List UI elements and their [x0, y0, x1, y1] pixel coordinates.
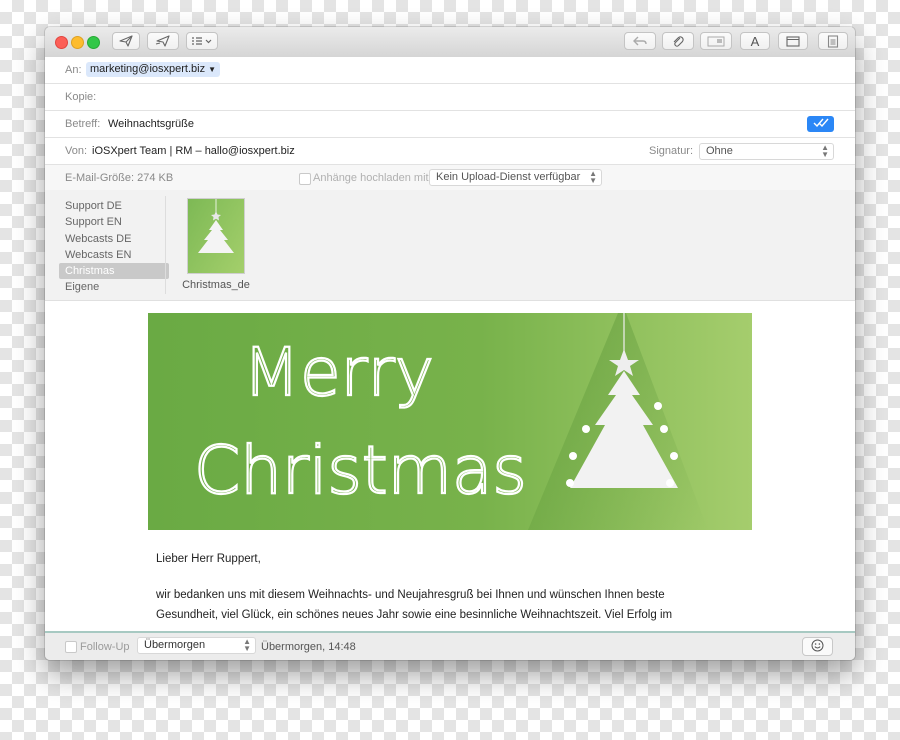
message-body[interactable]: Merry Christmas Lieber Herr Ruppert, wir… — [45, 301, 855, 631]
list-dropdown-icon — [191, 36, 213, 46]
followup-bar: Follow-Up Übermorgen ▲ ▼ Übermorgen, 14:4… — [45, 631, 855, 660]
to-label: An: — [65, 64, 82, 76]
signature-value: Ohne — [706, 145, 733, 157]
reply-button[interactable] — [624, 32, 656, 50]
paperclip-icon — [672, 35, 684, 48]
size-label: E-Mail-Größe: 274 KB — [65, 172, 174, 184]
followup-when-select[interactable]: Übermorgen ▲ ▼ — [137, 637, 256, 654]
attach-button[interactable] — [662, 32, 694, 50]
cc-label: Kopie: — [65, 91, 97, 103]
banner-line2: Christmas — [194, 432, 527, 509]
emoji-button[interactable] — [802, 637, 833, 656]
followup-checkbox[interactable] — [65, 641, 77, 653]
stationery-category-item[interactable]: Webcasts EN — [59, 247, 169, 263]
send-button[interactable] — [112, 32, 140, 50]
header-fields-dropdown[interactable] — [186, 32, 218, 50]
to-row: An: marketing@iosxpert.biz ▼ — [45, 57, 855, 84]
updown-arrows-icon: ▲ ▼ — [821, 143, 829, 159]
stationery-category-item[interactable]: Christmas — [59, 263, 169, 280]
upload-checkbox[interactable] — [299, 173, 311, 185]
stationery-icon — [827, 34, 839, 48]
minimize-window-button[interactable] — [71, 36, 84, 49]
from-label: Von: — [65, 145, 88, 157]
send-options-button[interactable] — [807, 116, 834, 132]
banner-line1: Merry — [243, 334, 434, 411]
cc-row[interactable]: Kopie: — [45, 84, 855, 111]
stationery-thumbnail-label: Christmas_de — [182, 279, 250, 291]
photo-browser-icon — [707, 36, 725, 47]
size-row: E-Mail-Größe: 274 KB Anhänge hochladen m… — [45, 165, 855, 192]
upload-service-select[interactable]: Kein Upload-Dienst verfügbar ▲ ▼ — [429, 169, 602, 186]
divider — [165, 196, 166, 294]
message-text[interactable]: Lieber Herr Ruppert, wir bedanken uns mi… — [156, 549, 716, 641]
signature-select[interactable]: Ohne ▲ ▼ — [699, 143, 834, 160]
reply-arrow-icon — [633, 36, 647, 46]
updown-arrows-icon: ▲ ▼ — [589, 169, 597, 185]
send-later-button[interactable] — [147, 32, 179, 50]
stationery-category-item[interactable]: Support EN — [59, 214, 169, 230]
zoom-window-button[interactable] — [87, 36, 100, 49]
stationery-category-item[interactable]: Eigene — [59, 279, 169, 295]
window-button[interactable] — [778, 32, 808, 50]
recipient-token[interactable]: marketing@iosxpert.biz ▼ — [86, 62, 221, 77]
upload-service-value: Kein Upload-Dienst verfügbar — [436, 171, 581, 183]
paper-plane-icon — [119, 35, 133, 47]
smiley-icon — [811, 639, 824, 655]
message-paragraph: wir bedanken uns mit diesem Weihnachts- … — [156, 589, 673, 621]
paper-plane-outline-icon — [155, 35, 171, 47]
subject-field[interactable]: Weihnachtsgrüße — [108, 118, 194, 130]
upload-label: Anhänge hochladen mit — [313, 172, 429, 184]
format-button[interactable]: A — [740, 32, 770, 50]
from-row: Von: iOSXpert Team | RM – hallo@iosxpert… — [45, 138, 855, 165]
from-field[interactable]: iOSXpert Team | RM – hallo@iosxpert.biz — [92, 145, 295, 157]
christmas-banner: Merry Christmas — [148, 313, 752, 530]
updown-arrows-icon: ▲ ▼ — [243, 637, 251, 653]
stationery-category-list: Support DE Support EN Webcasts DE Webcasts … — [59, 198, 169, 296]
stationery-thumbnail[interactable] — [187, 198, 245, 274]
mail-compose-window: A An: marketing@iosxpert.biz ▼ Kopie: Be… — [45, 27, 855, 660]
stationery-category-item[interactable]: Support DE — [59, 198, 169, 214]
photo-browser-button[interactable] — [700, 32, 732, 50]
close-window-button[interactable] — [55, 36, 68, 49]
stationery-button[interactable] — [818, 32, 848, 50]
window-icon — [786, 35, 800, 47]
subject-label: Betreff: — [65, 118, 101, 130]
followup-label: Follow-Up — [80, 641, 130, 653]
subject-row[interactable]: Betreff: Weihnachtsgrüße — [45, 111, 855, 138]
signature-label: Signatur: — [649, 145, 694, 157]
format-label: A — [750, 33, 760, 49]
stationery-category-item[interactable]: Webcasts DE — [59, 231, 169, 247]
followup-detail: Übermorgen, 14:48 — [261, 641, 356, 653]
double-check-icon — [813, 118, 829, 130]
greeting: Lieber Herr Ruppert, — [156, 553, 261, 565]
chevron-down-icon: ▼ — [208, 65, 217, 74]
toolbar: A — [45, 27, 855, 58]
stationery-panel: Support DE Support EN Webcasts DE Webcasts … — [45, 190, 855, 301]
followup-when-value: Übermorgen — [144, 639, 206, 651]
